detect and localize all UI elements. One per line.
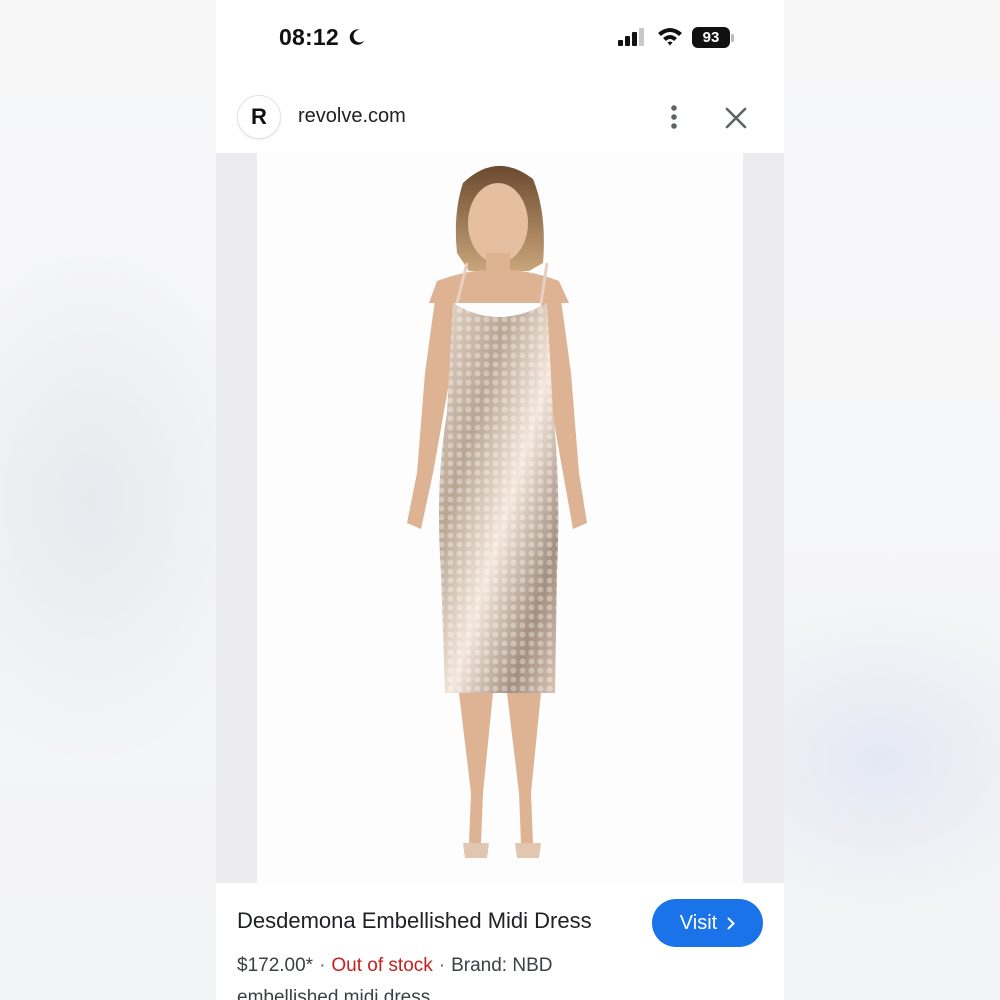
status-bar: 08:12 93	[216, 0, 784, 80]
chevron-right-icon	[727, 917, 736, 929]
separator-dot: ·	[438, 955, 446, 976]
site-domain[interactable]: revolve.com	[298, 105, 406, 128]
product-description: embellished midi dress	[237, 987, 431, 1000]
battery-cap	[731, 34, 734, 42]
product-brand: Brand: NBD	[451, 955, 553, 976]
battery-level: 93	[702, 29, 720, 46]
moon-icon	[349, 29, 365, 45]
product-price: $172.00*	[237, 955, 314, 976]
product-image-frame[interactable]	[216, 153, 784, 883]
stock-status: Out of stock	[331, 955, 433, 976]
sequin-dress-model-image	[407, 165, 587, 858]
site-logo[interactable]: R	[237, 95, 281, 139]
more-vert-icon[interactable]	[661, 102, 687, 132]
close-icon[interactable]	[723, 105, 749, 131]
product-title[interactable]: Desdemona Embellished Midi Dress	[237, 908, 592, 934]
wifi-icon	[658, 28, 682, 46]
site-logo-letter: R	[251, 104, 267, 129]
site-header: R revolve.com	[216, 92, 784, 146]
separator-dot: ·	[319, 955, 326, 976]
visit-button[interactable]: Visit	[652, 899, 763, 947]
signal-icon	[618, 28, 644, 46]
visit-button-label: Visit	[679, 911, 718, 934]
status-time: 08:12	[279, 24, 339, 50]
battery-icon: 93	[692, 27, 730, 48]
product-image[interactable]	[257, 153, 743, 883]
phone-screen: 08:12 93 R revolve.com Desdemona Embelli…	[216, 0, 784, 1000]
product-meta: $172.00* · Out of stock · Brand: NBD	[237, 955, 552, 977]
